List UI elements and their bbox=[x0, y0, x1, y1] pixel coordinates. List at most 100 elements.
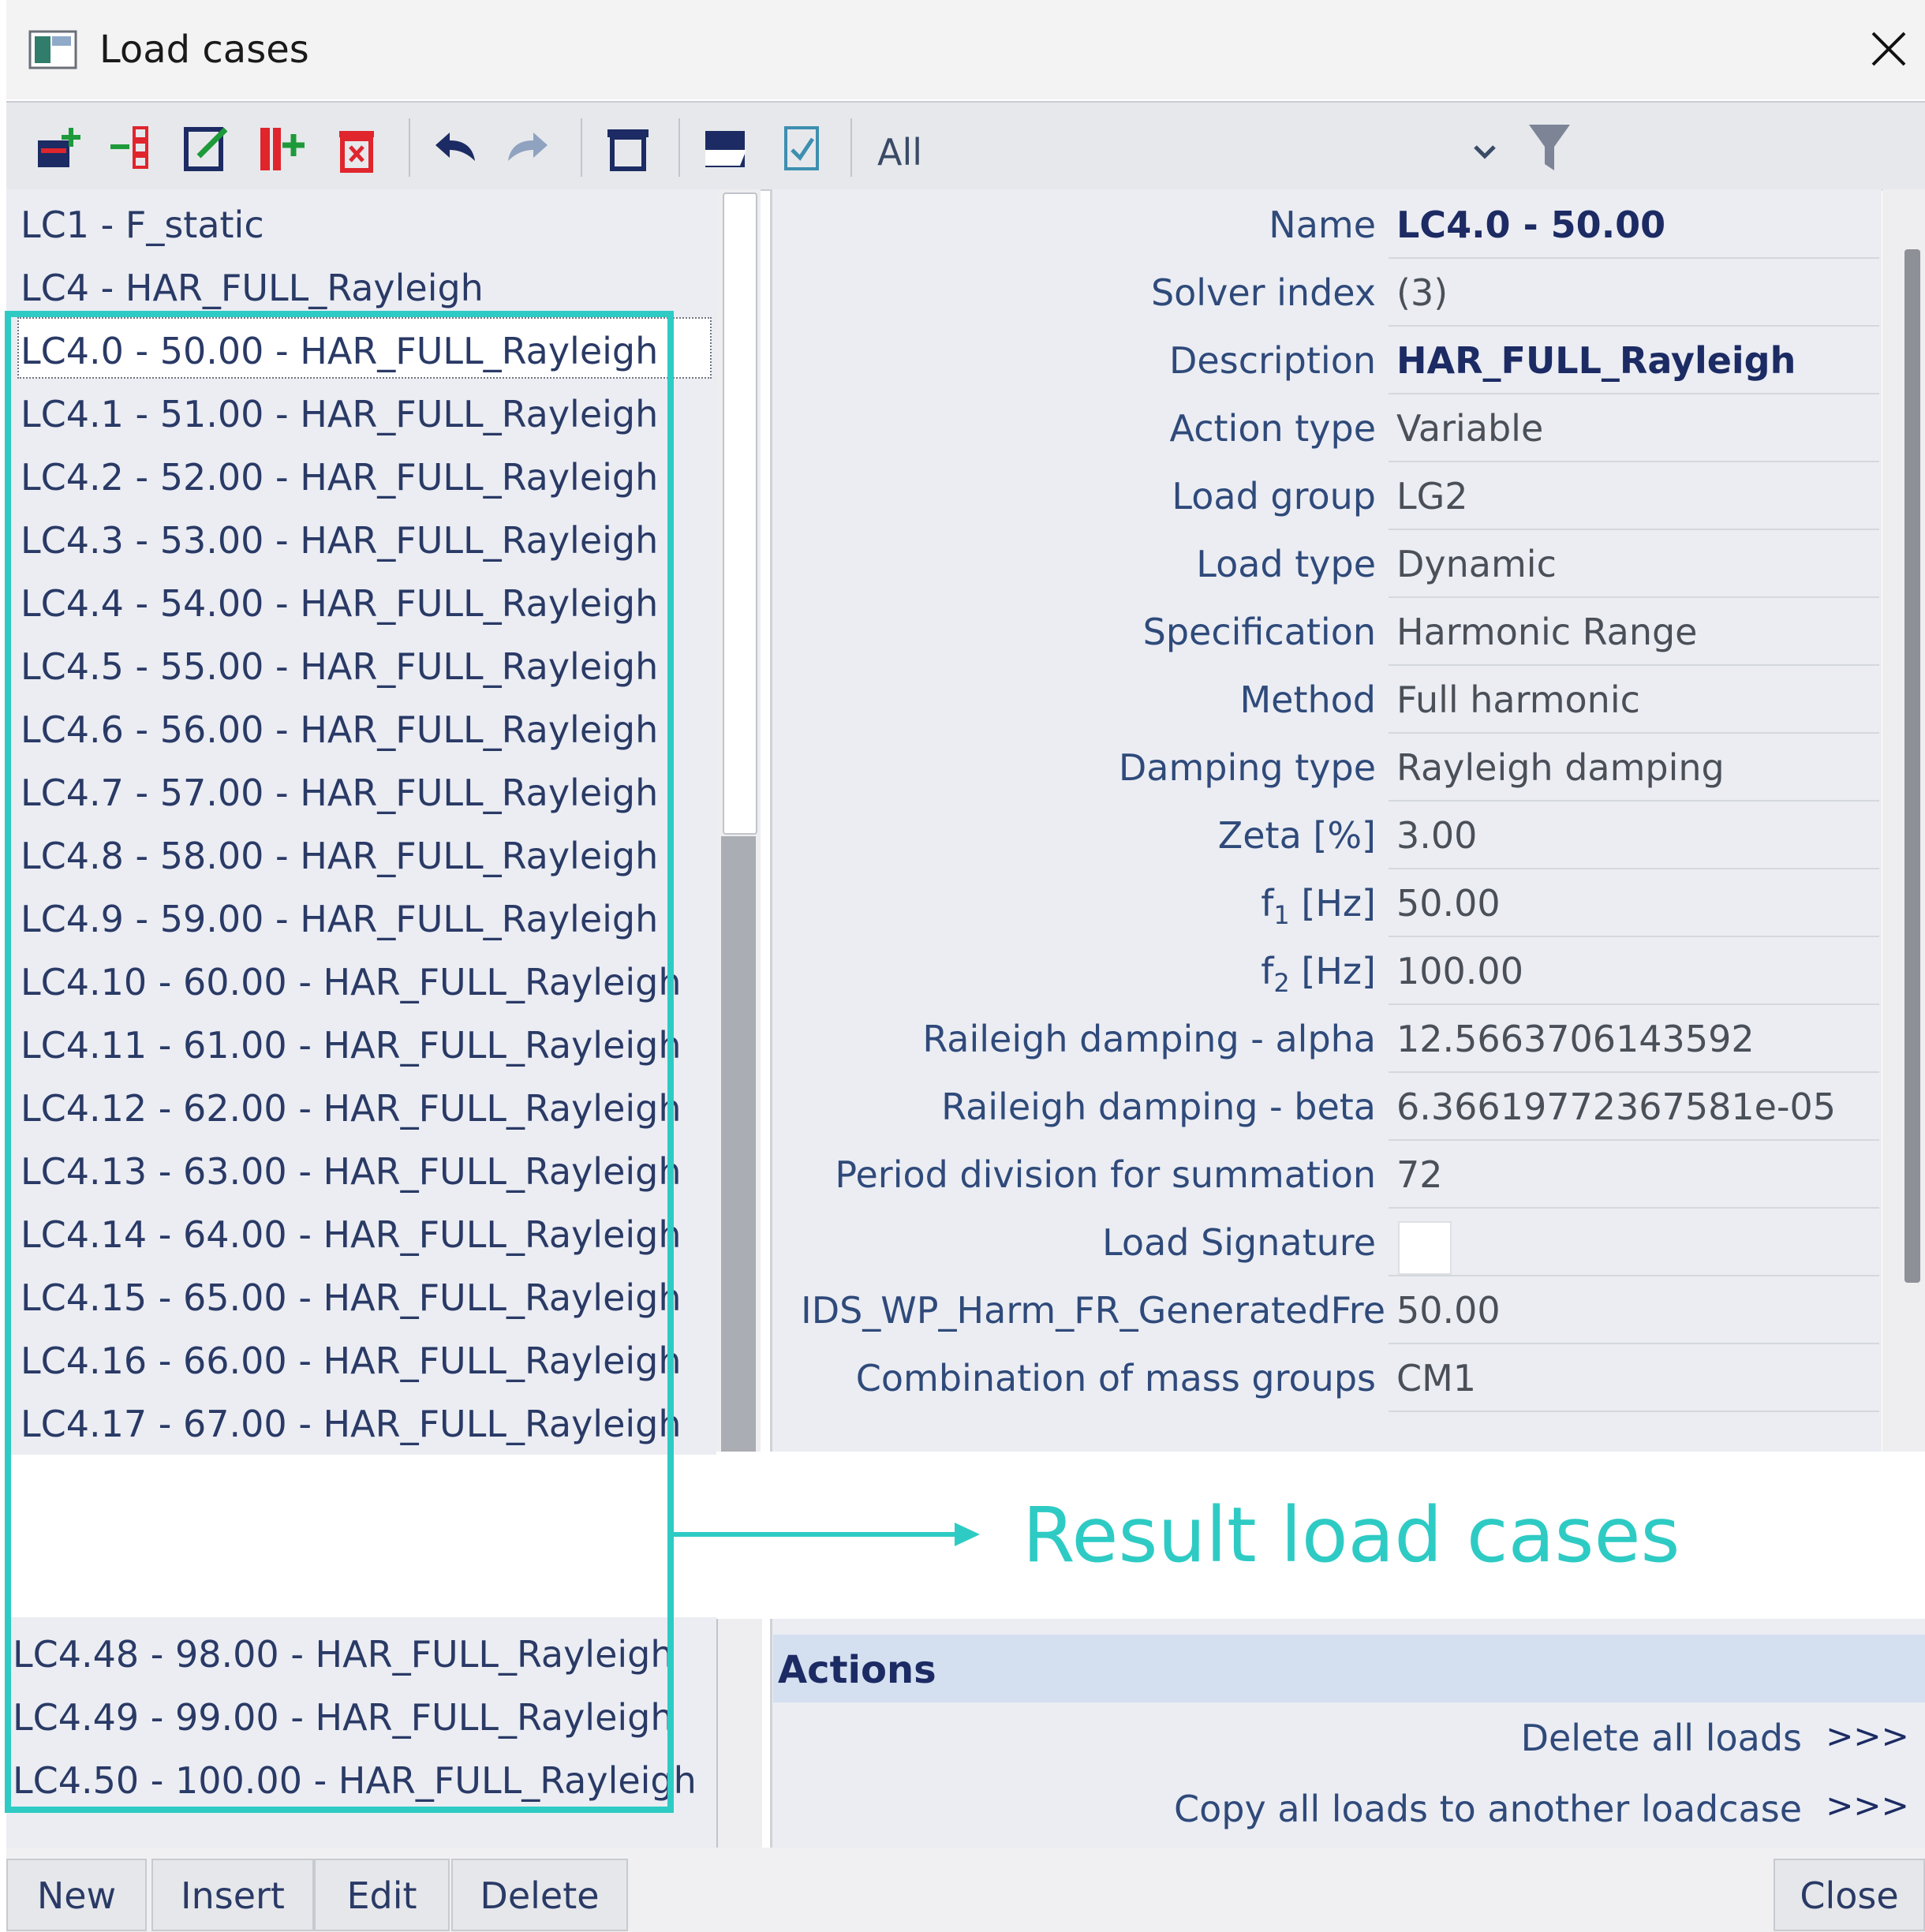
alpha-value: 12.5663706143592 bbox=[1396, 1018, 1755, 1060]
specification-label: Specification bbox=[1142, 611, 1376, 653]
row-divider bbox=[1389, 1071, 1879, 1073]
zeta-value: 3.00 bbox=[1396, 814, 1478, 857]
close-window-icon[interactable] bbox=[1856, 21, 1919, 77]
new-loadcase-icon[interactable] bbox=[33, 123, 84, 174]
list-item[interactable]: LC4 - HAR_FULL_Rayleigh bbox=[21, 263, 484, 312]
f2-value: 100.00 bbox=[1396, 950, 1523, 992]
action-type-value: Variable bbox=[1396, 407, 1544, 450]
open-icon[interactable] bbox=[701, 123, 751, 174]
name-field[interactable]: LC4.0 - 50.00 bbox=[1396, 200, 1665, 249]
insert-after-icon[interactable] bbox=[256, 123, 306, 174]
row-divider bbox=[1389, 393, 1879, 394]
f1-label-sub: 1 bbox=[1273, 900, 1290, 931]
f1-label-unit: [Hz] bbox=[1289, 882, 1376, 925]
annotation-highlight bbox=[5, 311, 674, 1813]
generated-freq-value: 50.00 bbox=[1396, 1289, 1501, 1332]
app-icon bbox=[28, 30, 77, 69]
alpha-label: Raileigh damping - alpha bbox=[922, 1018, 1376, 1060]
annotation-label: Result load cases bbox=[1022, 1491, 1680, 1579]
filter-funnel-icon[interactable] bbox=[1526, 120, 1573, 177]
new-button[interactable]: New bbox=[6, 1859, 147, 1931]
list-scrollbar-track[interactable] bbox=[721, 836, 756, 1452]
f2-label-unit: [Hz] bbox=[1289, 950, 1376, 992]
edit-button[interactable]: Edit bbox=[314, 1859, 450, 1931]
row-divider bbox=[1389, 461, 1879, 462]
row-divider bbox=[1389, 529, 1879, 530]
table-icon[interactable] bbox=[603, 123, 653, 174]
list-item[interactable]: LC1 - F_static bbox=[21, 200, 264, 249]
row-divider bbox=[1389, 1207, 1879, 1209]
damping-type-value: Rayleigh damping bbox=[1396, 746, 1725, 789]
specification-value: Harmonic Range bbox=[1396, 611, 1698, 653]
load-group-value: LG2 bbox=[1396, 475, 1468, 518]
toolbar bbox=[6, 101, 1925, 191]
row-divider bbox=[1389, 325, 1879, 327]
property-scrollbar-thumb[interactable] bbox=[1904, 249, 1920, 1283]
method-label: Method bbox=[1239, 678, 1376, 721]
delete-icon[interactable] bbox=[331, 123, 382, 174]
delete-all-loads-button[interactable]: >>> bbox=[1818, 1710, 1917, 1766]
description-field[interactable]: HAR_FULL_Rayleigh bbox=[1396, 336, 1796, 385]
row-divider bbox=[1389, 1003, 1879, 1005]
row-divider bbox=[1389, 732, 1879, 734]
copy-loads-button[interactable]: >>> bbox=[1818, 1780, 1917, 1835]
mass-groups-label: Combination of mass groups bbox=[855, 1357, 1376, 1399]
load-group-label: Load group bbox=[1172, 475, 1376, 518]
row-divider bbox=[1389, 868, 1879, 869]
actions-title: Actions bbox=[778, 1648, 936, 1692]
delete-button[interactable]: Delete bbox=[451, 1859, 628, 1931]
row-divider bbox=[1389, 1411, 1879, 1412]
mass-groups-value: CM1 bbox=[1396, 1357, 1477, 1399]
row-divider bbox=[1389, 800, 1879, 802]
actions-header bbox=[773, 1635, 1925, 1702]
row-divider bbox=[1389, 596, 1879, 598]
f2-label: f2 [Hz] bbox=[1261, 947, 1376, 1007]
row-divider bbox=[1389, 664, 1879, 666]
row-divider bbox=[1389, 1343, 1879, 1344]
check-icon[interactable] bbox=[778, 123, 828, 174]
filter-select[interactable]: All bbox=[877, 126, 922, 178]
f2-label-main: f bbox=[1261, 950, 1274, 992]
row-divider bbox=[1389, 1275, 1879, 1276]
generated-freq-label: IDS_WP_Harm_FR_GeneratedFre bbox=[801, 1289, 1385, 1332]
period-division-value: 72 bbox=[1396, 1153, 1443, 1196]
f1-label-main: f bbox=[1261, 882, 1274, 925]
insert-icon[interactable] bbox=[107, 123, 158, 174]
solver-index-value: (3) bbox=[1396, 271, 1448, 314]
window-title: Load cases bbox=[99, 28, 309, 72]
annotation-arrow-icon bbox=[671, 1523, 980, 1546]
toolbar-separator bbox=[678, 118, 680, 177]
row-divider bbox=[1389, 257, 1879, 259]
load-type-label: Load type bbox=[1196, 543, 1376, 585]
f2-label-sub: 2 bbox=[1273, 968, 1290, 999]
load-type-value: Dynamic bbox=[1396, 543, 1557, 585]
edit-icon[interactable] bbox=[181, 123, 232, 174]
toolbar-separator bbox=[850, 118, 852, 177]
name-label: Name bbox=[1269, 204, 1376, 246]
toolbar-separator bbox=[581, 118, 582, 177]
redo-icon[interactable] bbox=[503, 123, 554, 174]
close-button[interactable]: Close bbox=[1774, 1859, 1925, 1931]
row-divider bbox=[1389, 1139, 1879, 1141]
chevron-down-icon[interactable] bbox=[1466, 133, 1504, 170]
beta-value: 6.36619772367581e-05 bbox=[1396, 1086, 1837, 1128]
description-label: Description bbox=[1169, 339, 1376, 382]
f1-label: f1 [Hz] bbox=[1261, 879, 1376, 940]
action-type-label: Action type bbox=[1169, 407, 1376, 450]
load-signature-checkbox[interactable] bbox=[1398, 1221, 1452, 1275]
row-divider bbox=[1389, 936, 1879, 937]
list-scrollbar[interactable] bbox=[716, 1619, 762, 1848]
method-value: Full harmonic bbox=[1396, 678, 1640, 721]
beta-label: Raileigh damping - beta bbox=[941, 1086, 1376, 1128]
period-division-label: Period division for summation bbox=[835, 1153, 1376, 1196]
load-signature-label: Load Signature bbox=[1102, 1221, 1376, 1264]
insert-button[interactable]: Insert bbox=[151, 1859, 314, 1931]
delete-all-loads-label: Delete all loads bbox=[1520, 1717, 1802, 1759]
undo-icon[interactable] bbox=[429, 123, 480, 174]
copy-loads-label: Copy all loads to another loadcase bbox=[1174, 1788, 1802, 1830]
list-scrollbar-thumb[interactable] bbox=[723, 192, 757, 835]
damping-type-label: Damping type bbox=[1118, 746, 1376, 789]
zeta-label: Zeta [%] bbox=[1217, 814, 1376, 857]
solver-index-label: Solver index bbox=[1150, 271, 1376, 314]
toolbar-separator bbox=[409, 118, 410, 177]
